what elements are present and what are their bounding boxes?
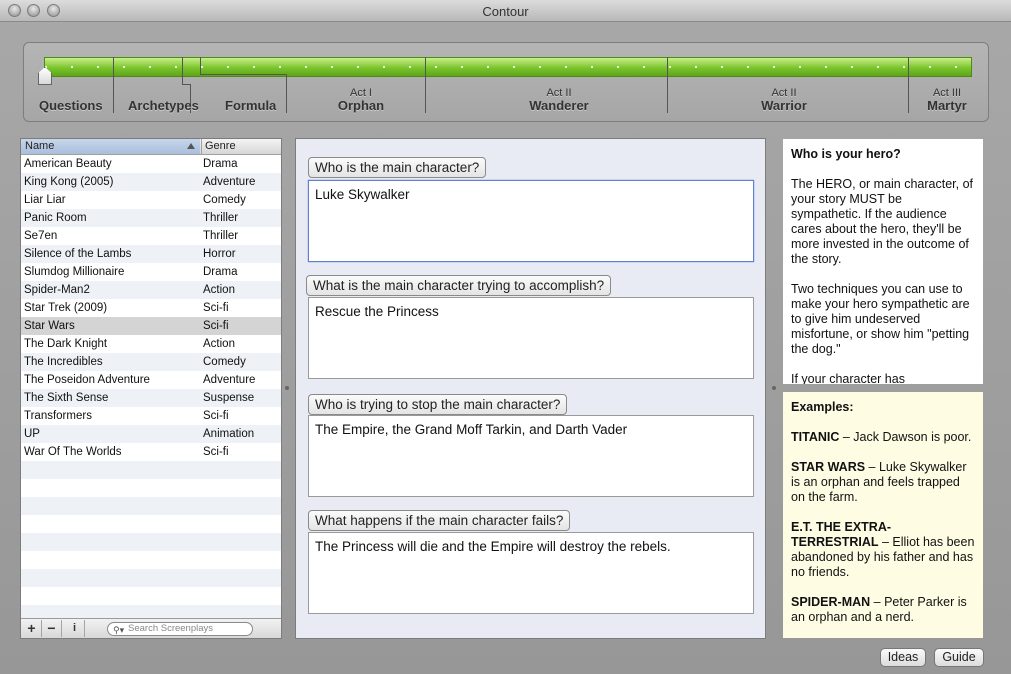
empty-row [21, 605, 281, 619]
answer-field[interactable]: The Empire, the Grand Moff Tarkin, and D… [308, 415, 754, 497]
table-row[interactable]: Slumdog Millionaire Drama [21, 263, 281, 281]
table-row[interactable]: Se7en Thriller [21, 227, 281, 245]
timeline-section-questions[interactable]: Questions [39, 98, 103, 113]
answer-field[interactable]: Rescue the Princess [308, 297, 754, 379]
table-header: Name Genre [21, 139, 281, 155]
add-screenplay-button[interactable]: + [22, 620, 42, 637]
table-row[interactable]: Transformers Sci-fi [21, 407, 281, 425]
table-row[interactable]: American Beauty Drama [21, 155, 281, 173]
empty-row [21, 587, 281, 605]
splitter-handle[interactable] [285, 386, 289, 390]
example-item: STAR WARS – Luke Skywalker is an orphan … [791, 460, 967, 504]
search-input[interactable]: ⚲▾ Search Screenplays [107, 622, 253, 636]
example-item: TITANIC – Jack Dawson is poor. [791, 430, 972, 444]
question-label: Who is trying to stop the main character… [308, 394, 568, 415]
story-timeline: Questions Archetypes Formula Act I Orphan… [23, 42, 989, 122]
table-row[interactable]: The Sixth Sense Suspense [21, 389, 281, 407]
example-item: SPIDER-MAN – Peter Parker is an orphan a… [791, 595, 967, 624]
guide-paragraph: The HERO, or main character, of your sto… [791, 177, 974, 266]
ideas-button[interactable]: Ideas [880, 648, 926, 667]
table-row[interactable]: Star Trek (2009) Sci-fi [21, 299, 281, 317]
timeline-section-formula[interactable]: Formula [225, 98, 276, 113]
examples-heading: Examples: [791, 400, 854, 414]
question-label: What happens if the main character fails… [308, 510, 571, 531]
empty-row [21, 461, 281, 479]
table-row[interactable]: Silence of the Lambs Horror [21, 245, 281, 263]
guide-button[interactable]: Guide [934, 648, 984, 667]
title-bar: Contour [0, 0, 1011, 22]
table-row[interactable]: The Poseidon Adventure Adventure [21, 371, 281, 389]
table-footer: + − i ⚲▾ Search Screenplays [21, 618, 281, 638]
question-label: Who is the main character? [308, 157, 487, 178]
info-button[interactable]: i [65, 620, 85, 637]
guide-paragraph: Two techniques you can use to make your … [791, 282, 970, 356]
table-row[interactable]: Spider-Man2 Action [21, 281, 281, 299]
table-row[interactable]: King Kong (2005) Adventure [21, 173, 281, 191]
table-row[interactable]: UP Animation [21, 425, 281, 443]
act-orphan[interactable]: Act I Orphan [321, 87, 401, 113]
question-label: What is the main character trying to acc… [306, 275, 612, 296]
screenplay-table: Name Genre American Beauty Drama King Kon… [20, 138, 282, 639]
answer-field[interactable]: Luke Skywalker [308, 180, 754, 262]
table-row[interactable]: The Dark Knight Action [21, 335, 281, 353]
examples-panel[interactable]: Examples: TITANIC – Jack Dawson is poor.… [783, 392, 983, 638]
app-window: Contour Questions Archetypes Formula Act… [0, 0, 1011, 674]
empty-row [21, 533, 281, 551]
timeline-section-archetypes[interactable]: Archetypes [128, 98, 199, 113]
act-martyr[interactable]: Act III Martyr [920, 87, 974, 113]
empty-row [21, 479, 281, 497]
column-header-genre[interactable]: Genre [201, 139, 236, 154]
empty-row [21, 515, 281, 533]
table-row[interactable]: The Incredibles Comedy [21, 353, 281, 371]
example-item: E.T. THE EXTRA-TERRESTRIAL – Elliot has … [791, 520, 975, 579]
table-row[interactable]: Panic Room Thriller [21, 209, 281, 227]
table-body: American Beauty Drama King Kong (2005) Adv… [21, 155, 281, 619]
window-title: Contour [482, 4, 529, 19]
column-header-name[interactable]: Name [21, 139, 200, 154]
guide-text-panel[interactable]: Who is your hero? The HERO, or main char… [783, 139, 983, 384]
act-wanderer[interactable]: Act II Wanderer [509, 87, 609, 113]
questions-panel: Who is the main character? Luke Skywalke… [295, 138, 766, 639]
guide-heading: Who is your hero? [791, 147, 901, 161]
sort-ascending-icon [187, 143, 195, 149]
splitter-handle[interactable] [772, 386, 776, 390]
act-warrior[interactable]: Act II Warrior [744, 87, 824, 113]
answer-field[interactable]: The Princess will die and the Empire wil… [308, 532, 754, 614]
remove-screenplay-button[interactable]: − [42, 620, 62, 637]
empty-row [21, 569, 281, 587]
empty-row [21, 497, 281, 515]
timeline-progress-bar[interactable] [44, 57, 972, 77]
search-icon: ⚲▾ [113, 625, 125, 635]
table-row[interactable]: War Of The Worlds Sci-fi [21, 443, 281, 461]
table-row-selected[interactable]: Star Wars Sci-fi [21, 317, 281, 335]
guide-paragraph: If your character has [791, 372, 905, 384]
table-row[interactable]: Liar Liar Comedy [21, 191, 281, 209]
empty-row [21, 551, 281, 569]
